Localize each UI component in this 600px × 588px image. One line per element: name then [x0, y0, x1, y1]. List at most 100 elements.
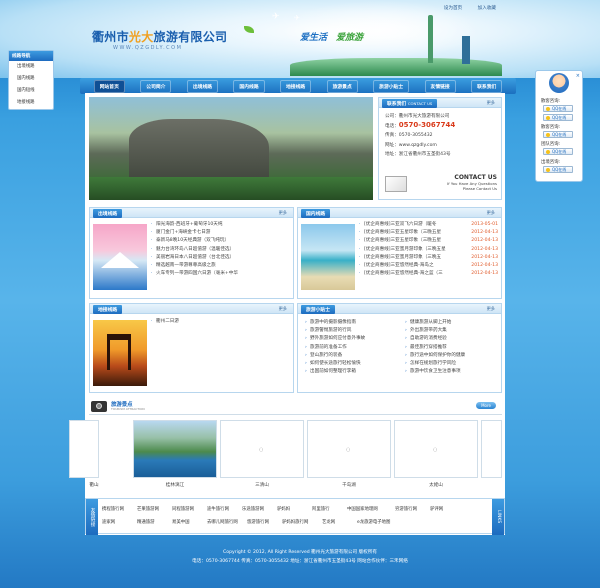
- footer-contact: 电话：0570-3067744 传真：0570-3055432 地址：浙江省衢州…: [192, 559, 408, 564]
- list-item[interactable]: 魅力台湾环岛八日超值游（温暖佳选）: [150, 246, 290, 254]
- domestic-title: 国内线路: [301, 209, 331, 218]
- friend-link[interactable]: 乐途旅游网: [242, 503, 277, 516]
- route-nav-sidebar: 线路导航 出境线路 国内线路 国内短线 地接线路: [8, 50, 54, 110]
- qq-online-button[interactable]: QQ在线: [543, 114, 573, 121]
- nav-about[interactable]: 公司简介: [140, 79, 172, 93]
- tower-icon: [462, 36, 470, 64]
- scenic-thumb[interactable]: [69, 420, 99, 478]
- scenic-label[interactable]: 三清山: [227, 482, 297, 488]
- domestic-list: [优企商惠线]三亚双飞六日游（暖冬 2013-05-01 [优企商惠线]三亚五星印…: [358, 221, 498, 278]
- qq-online-button[interactable]: QQ在线: [543, 148, 573, 155]
- list-item[interactable]: 登山旅行的装备: [304, 352, 400, 360]
- list-item[interactable]: 外出旅游带药大集: [404, 327, 500, 335]
- nav-scenic[interactable]: 旅游景点: [326, 79, 358, 93]
- nav-contact[interactable]: 联系我们: [471, 79, 503, 93]
- nav-domestic[interactable]: 国内线路: [233, 79, 265, 93]
- qq-online-button[interactable]: QQ在线: [543, 131, 573, 138]
- list-item[interactable]: 最佳旅行穿搭推荐: [404, 344, 500, 352]
- list-item[interactable]: 火车专列一带游四国六日游（毫米+中华: [150, 270, 290, 278]
- list-item[interactable]: 自助游的消费经验: [404, 335, 500, 343]
- item-date: 2013-05-01: [471, 222, 498, 227]
- list-item[interactable]: [优企商惠线]三亚蜜月游印象（三晚五 2012-04-13: [358, 254, 498, 262]
- route-nav-item[interactable]: 地接线路: [9, 97, 53, 109]
- friend-link[interactable]: 去哪儿网旅行网: [207, 516, 247, 529]
- nav-home[interactable]: 网站首页: [93, 79, 125, 93]
- nav-local[interactable]: 地接线路: [280, 79, 312, 93]
- friend-link[interactable]: 艺龙网: [322, 516, 357, 529]
- outbound-more-link[interactable]: 更多: [279, 210, 287, 216]
- nav-outbound[interactable]: 出境线路: [186, 79, 219, 93]
- route-nav-item[interactable]: 国内线路: [9, 73, 53, 85]
- domestic-header: 国内线路 更多: [298, 208, 501, 218]
- add-favorite-link[interactable]: 加入收藏: [478, 6, 496, 11]
- scenic-label[interactable]: 衢山: [59, 482, 129, 488]
- list-item[interactable]: [优企商惠线]三亚五星印象（三晚五星 2012-04-13: [358, 229, 498, 237]
- scenic-label[interactable]: 千岛湖: [314, 482, 384, 488]
- friend-link[interactable]: 精通旅游: [137, 516, 172, 529]
- scenic-thumb[interactable]: [133, 420, 217, 478]
- list-item[interactable]: [优企商惠线]三亚蜜月游印象（三晚五星 2012-04-13: [358, 246, 498, 254]
- scenic-thumb[interactable]: [481, 420, 502, 478]
- scenic-thumb[interactable]: ◌: [394, 420, 478, 478]
- list-item[interactable]: 旅游中的摄影摄像指南: [304, 319, 400, 327]
- route-nav-item[interactable]: 出境线路: [9, 61, 53, 73]
- domestic-more-link[interactable]: 更多: [487, 210, 495, 216]
- route-nav-item[interactable]: 国内短线: [9, 85, 53, 97]
- list-item[interactable]: [优企商惠线]三亚五星印象（三晚五星 2012-04-13: [358, 237, 498, 245]
- close-icon[interactable]: ×: [576, 73, 580, 79]
- item-title: [优企商惠线]三亚蜜月游印象（三晚五: [364, 254, 442, 260]
- friend-link[interactable]: 驴妈妈: [277, 503, 312, 516]
- friend-link[interactable]: 易美中国: [172, 516, 207, 529]
- friend-link[interactable]: 悠游旅行网: [247, 516, 282, 529]
- list-item[interactable]: [优企商惠线]三亚悠然经典-海之蓝（三 2012-04-13: [358, 270, 498, 278]
- friend-link[interactable]: 驴妈妈旅行网: [282, 516, 322, 529]
- friend-link[interactable]: 中国国家地理网: [347, 503, 395, 516]
- domestic-box: 国内线路 更多 [优企商惠线]三亚双飞六日游（暖冬 2013-05-01 [优企商…: [297, 207, 502, 299]
- qq-online-button[interactable]: QQ在线: [543, 105, 573, 112]
- tips-more-link[interactable]: 更多: [487, 306, 495, 312]
- friend-link[interactable]: 阿里旅行: [312, 503, 347, 516]
- friend-link[interactable]: 芒果旅游网: [137, 503, 172, 516]
- contact-more-link[interactable]: 更多: [487, 100, 495, 106]
- site-logo[interactable]: 衢州市光大旅游有限公司: [92, 28, 227, 45]
- scenic-more-button[interactable]: More: [476, 402, 496, 409]
- list-item[interactable]: 泰新马8晚10天经典游（双飞纯玩）: [150, 237, 290, 245]
- friend-link[interactable]: 途牛旅行网: [207, 503, 242, 516]
- list-item[interactable]: 美丽岩海日本八日超值游（台北佳选）: [150, 254, 290, 262]
- list-item[interactable]: 出国前如何整理行李箱: [304, 368, 400, 376]
- list-item[interactable]: 旅游前的准备工作: [304, 344, 400, 352]
- list-item[interactable]: 怎样在规划旅行学风险: [404, 360, 500, 368]
- scenic-thumb[interactable]: ◌: [220, 420, 304, 478]
- logo-text-rest: 旅游有限公司: [153, 30, 228, 44]
- nav-tips[interactable]: 旅游小贴士: [373, 79, 410, 93]
- list-item[interactable]: 厦门金门+海峡金卡七日游: [150, 229, 290, 237]
- qq-online-button[interactable]: QQ在线: [543, 166, 573, 173]
- scenic-label[interactable]: 桂林漓江: [140, 482, 210, 488]
- friend-link[interactable]: 穷游旅行网: [395, 503, 430, 516]
- list-item[interactable]: [优企商惠线]三亚悠然经典-海岛之 2012-04-13: [358, 262, 498, 270]
- set-homepage-link[interactable]: 设为首页: [444, 6, 462, 11]
- list-item[interactable]: 精选越南一带游尊尊高级之旅: [150, 262, 290, 270]
- loading-icon: ◌: [346, 447, 351, 453]
- local-more-link[interactable]: 更多: [279, 306, 287, 312]
- friend-link[interactable]: 途家网: [102, 516, 137, 529]
- scenic-label[interactable]: 太姥山: [401, 482, 471, 488]
- friend-link[interactable]: 同程旅游网: [172, 503, 207, 516]
- friend-link[interactable]: e龙旅游电子地图: [357, 516, 401, 529]
- list-item[interactable]: 旅行途中如何保护你的健康: [404, 352, 500, 360]
- list-item[interactable]: [优企商惠线]三亚双飞六日游（暖冬 2013-05-01: [358, 221, 498, 229]
- list-item[interactable]: 旅游警惕旅游的行风: [304, 327, 400, 335]
- list-item[interactable]: 野外旅游如何应付意外事故: [304, 335, 400, 343]
- list-item[interactable]: 衢州二日游: [150, 318, 290, 326]
- item-date: 2012-04-13: [471, 254, 498, 260]
- friend-link[interactable]: 驴评网: [430, 503, 465, 516]
- scenic-thumb[interactable]: ◌: [307, 420, 391, 478]
- friend-link[interactable]: 携程旅行网: [102, 503, 137, 516]
- list-item[interactable]: 健康旅游从脚上开始: [404, 319, 500, 327]
- item-date: 2012-04-13: [471, 230, 498, 236]
- list-item[interactable]: 旅游中饮食卫生注意事项: [404, 368, 500, 376]
- nav-links[interactable]: 友情链接: [424, 79, 456, 93]
- list-item[interactable]: 阳光海韵-西班牙+葡萄牙10天纯: [150, 221, 290, 229]
- list-item[interactable]: 如何使长途旅行轻松愉快: [304, 360, 400, 368]
- item-title: [优企商惠线]三亚双飞六日游（暖冬: [364, 222, 437, 227]
